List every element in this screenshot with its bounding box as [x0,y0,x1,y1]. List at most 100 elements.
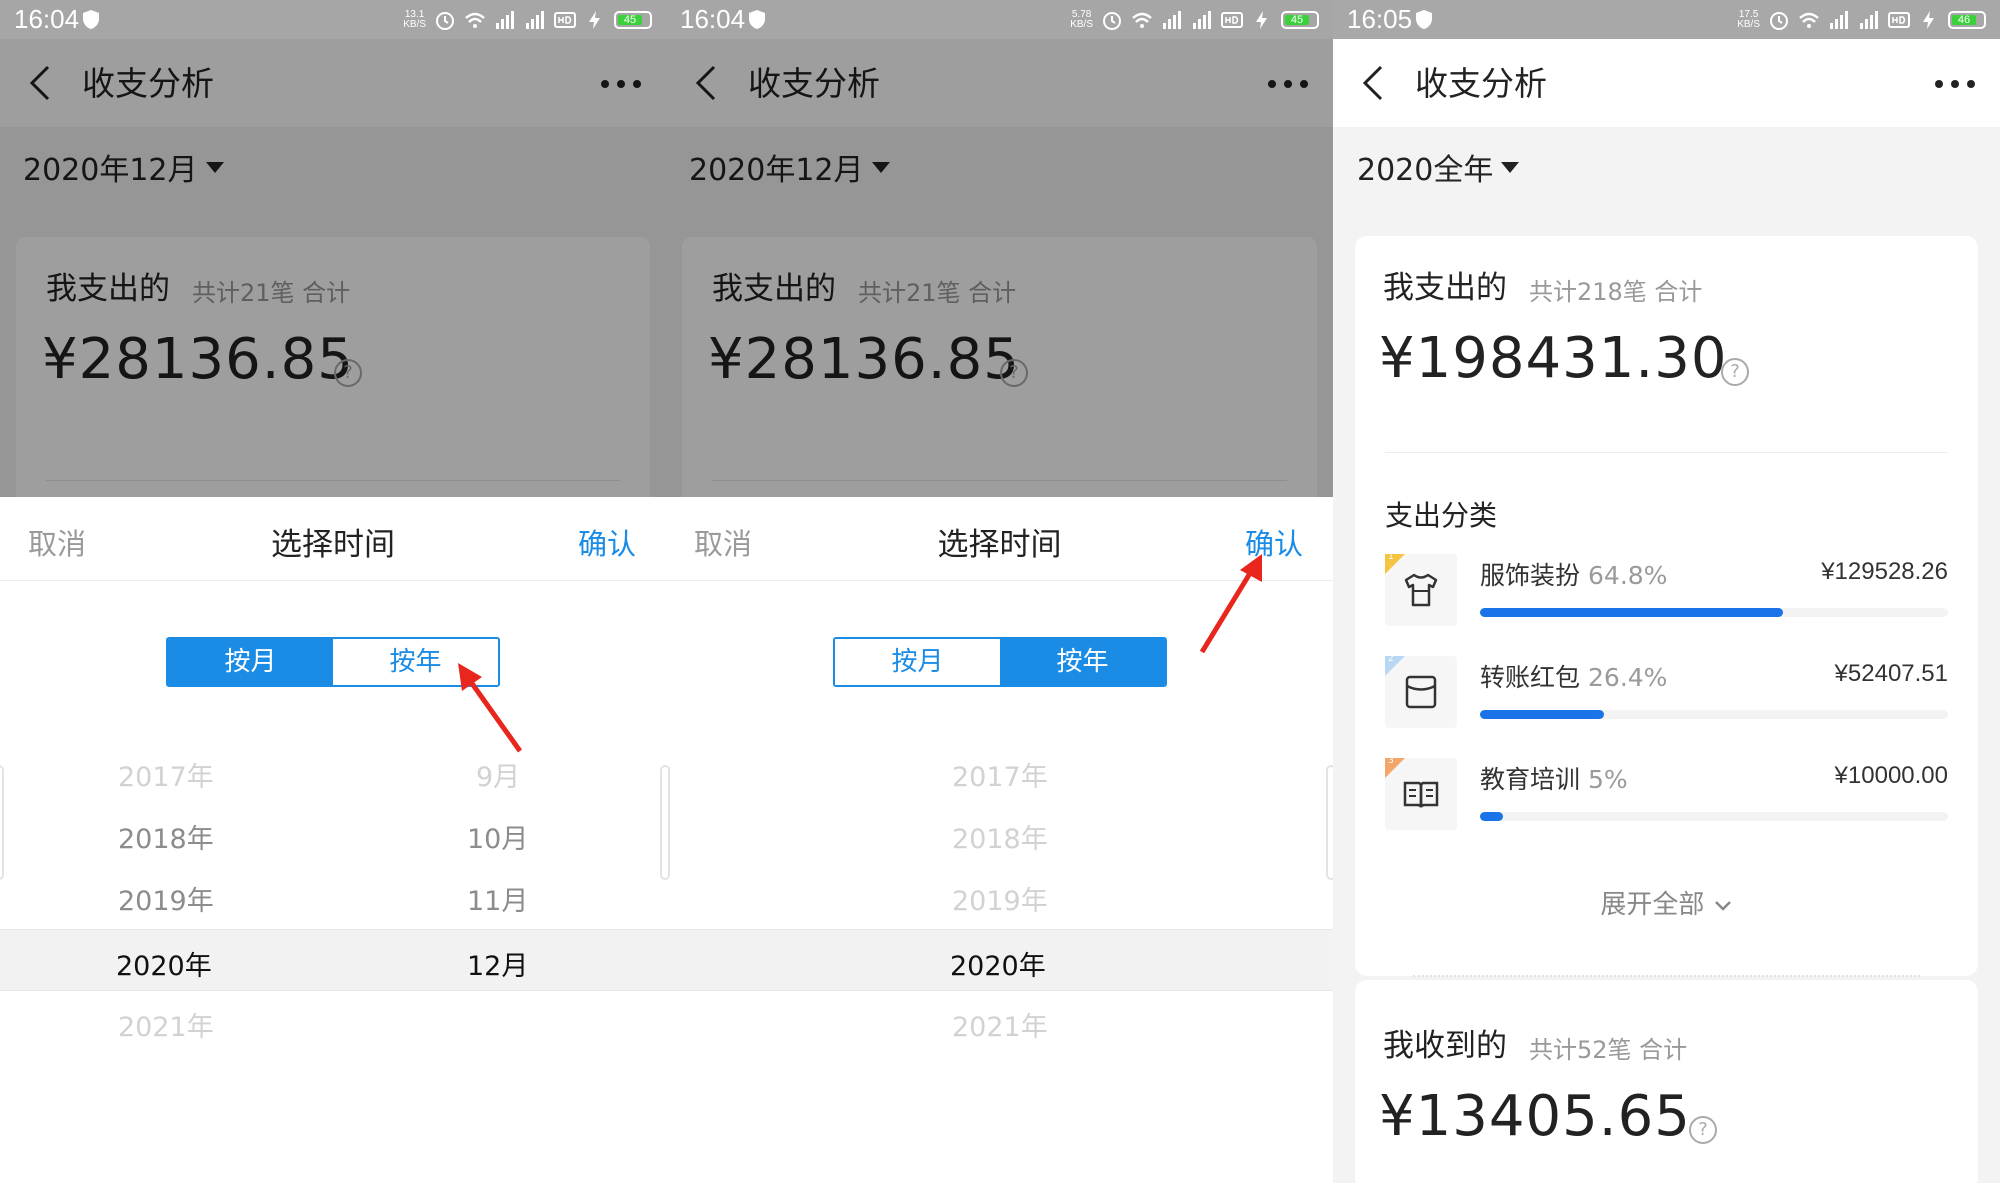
status-bar: 16:04 13.1 KB/S 45 [0,0,666,39]
caret-down-icon [1501,161,1520,173]
picker-row-selected[interactable]: 2020年 [666,929,1333,991]
sheet-title: 选择时间 [937,527,1062,563]
category-icon-box: 3 [1385,756,1457,830]
picker-wheel-edge [1326,765,1333,880]
screen-annual-analysis: 16:05 17.5 KB/S 46 收支分析 2020全年 我支出的 共计218… [1333,0,2000,1183]
category-row[interactable]: 3 教育培训 5% ¥10000.00 [1355,756,1978,858]
rank-number: 3 [1388,756,1394,766]
mode-toggle: 按月 按年 [833,637,1167,687]
wifi-icon [1132,12,1152,28]
tab-by-year[interactable]: 按年 [333,639,498,685]
date-selector[interactable]: 2020全年 [1357,145,1520,189]
signal-3g-icon [526,11,544,29]
time-picker-sheet: 取消 选择时间 确认 按月 按年 2017年 9月 2018年 10月 2019年 1… [0,497,666,1183]
signal-3g-icon [1860,11,1878,29]
battery-icon: 45 [614,11,652,29]
picker-row-selected[interactable]: 2020年 12月 [0,929,666,991]
modal-overlay[interactable] [0,39,666,497]
back-arrow-icon[interactable] [1359,63,1385,103]
shield-icon [749,10,765,29]
picker-row[interactable]: 2021年 [666,991,1333,1053]
tab-by-month[interactable]: 按月 [168,639,333,685]
income-title: 我收到的 [1383,1028,1507,1064]
divider [666,580,1333,581]
chevron-down-icon [1714,900,1731,911]
income-amount: ¥13405.65 [1379,1084,1691,1149]
signal-4g-icon [496,11,514,29]
category-name: 服饰装扮 64.8% [1480,561,1668,590]
alarm-icon [1103,12,1121,30]
signal-3g-icon [1193,11,1211,29]
help-icon[interactable]: ? [1689,1116,1717,1144]
category-section-title: 支出分类 [1385,499,1498,532]
more-icon[interactable] [1934,79,1976,89]
picker-row[interactable]: 2021年 [0,991,666,1053]
screen-month-picker: 16:04 13.1 KB/S 45 收支分析 2020年12月 我支出的 共计2… [0,0,666,1183]
signal-4g-icon [1163,11,1181,29]
expense-title: 我支出的 [1383,270,1507,306]
charging-icon [589,11,600,29]
shield-icon [1416,10,1432,29]
wifi-icon [1799,12,1819,28]
divider [0,580,666,581]
category-icon-box: 2 [1385,654,1457,728]
confirm-button[interactable]: 确认 [1245,521,1303,563]
alarm-icon [1770,12,1788,30]
picker-wheel-edge [0,765,4,880]
category-amount: ¥52407.51 [1834,660,1948,687]
category-row[interactable]: 1 服饰装扮 64.8% ¥129528.26 [1355,552,1978,654]
progress-track [1480,812,1948,821]
time-picker-sheet: 取消 选择时间 确认 按月 按年 2017年 2018年 2019年 2020年… [666,497,1333,1183]
help-icon[interactable]: ? [1721,358,1749,386]
signal-4g-icon [1830,11,1848,29]
status-time: 16:04 [680,4,746,34]
hd-icon [1221,12,1243,28]
alarm-icon [436,12,454,30]
picker-row[interactable]: 2019年 [666,865,1333,927]
progress-fill [1480,608,1784,617]
envelope-icon [1405,675,1437,709]
mode-toggle: 按月 按年 [166,637,500,687]
status-bar: 16:04 5.78 KB/S 45 [666,0,1333,39]
battery-icon: 46 [1948,11,1986,29]
picker-wheel-edge [666,765,670,880]
tab-by-month[interactable]: 按月 [835,639,1000,685]
category-percent: 5% [1588,765,1628,794]
status-time: 16:05 [1347,4,1413,34]
charging-icon [1923,11,1934,29]
modal-overlay[interactable] [666,39,1333,497]
tab-by-year[interactable]: 按年 [1000,639,1165,685]
hd-icon [554,12,576,28]
shield-icon [83,10,99,29]
page-title: 收支分析 [1415,64,1547,103]
date-header: 2020全年 [1333,127,2000,237]
category-name: 转账红包 26.4% [1480,663,1668,692]
title-bar: 收支分析 [1333,39,2000,127]
confirm-button[interactable]: 确认 [578,521,636,563]
income-subtitle: 共计52笔 合计 [1529,1036,1688,1064]
battery-icon: 45 [1281,11,1319,29]
category-amount: ¥10000.00 [1834,762,1948,789]
rank-number: 1 [1388,552,1394,562]
progress-track [1480,710,1948,719]
picker-row[interactable]: 2017年 9月 [0,741,666,803]
book-icon [1403,781,1439,808]
picker-row[interactable]: 2017年 [666,741,1333,803]
category-row[interactable]: 2 转账红包 26.4% ¥52407.51 [1355,654,1978,756]
expense-subtitle: 共计218笔 合计 [1529,278,1703,306]
status-bar: 16:05 17.5 KB/S 46 [1333,0,2000,39]
divider [1385,452,1948,453]
screen-year-picker: 16:04 5.78 KB/S 45 收支分析 2020年12月 我支出的 共计2… [666,0,1333,1183]
divider [1413,975,1920,977]
status-time: 16:04 [14,4,80,34]
category-name: 教育培训 5% [1480,765,1628,794]
hd-icon [1888,12,1910,28]
sheet-title: 选择时间 [271,527,395,563]
picker-row[interactable]: 2019年 11月 [0,865,666,927]
charging-icon [1256,11,1267,29]
picker-row[interactable]: 2018年 10月 [0,803,666,865]
expand-all-button[interactable]: 展开全部 [1355,884,1978,921]
progress-track [1480,608,1948,617]
picker-row[interactable]: 2018年 [666,803,1333,865]
category-percent: 26.4% [1588,663,1668,692]
